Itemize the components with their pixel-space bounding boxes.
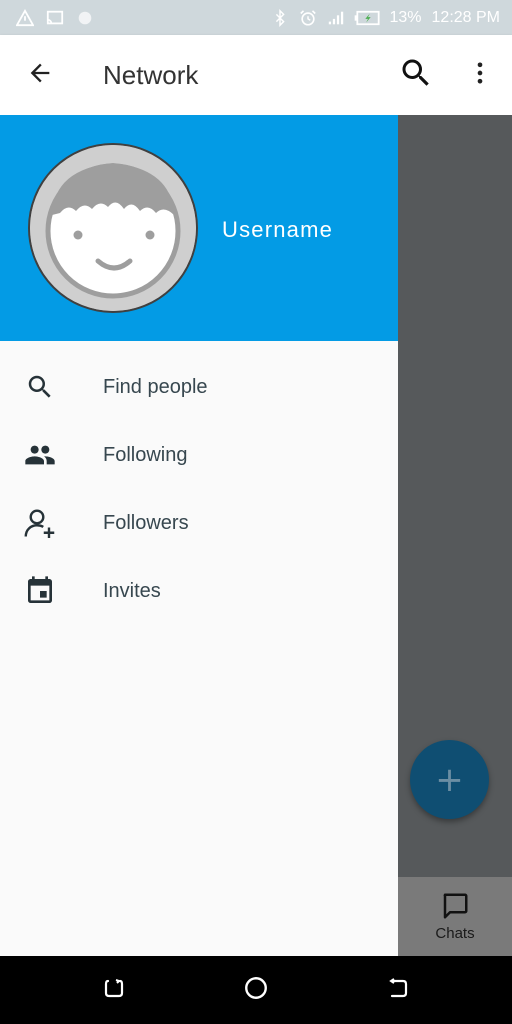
- back-button[interactable]: [22, 57, 58, 93]
- cast-icon: [44, 7, 66, 29]
- back-nav-button[interactable]: [384, 976, 412, 1004]
- tab-chats[interactable]: Chats: [398, 877, 512, 956]
- menu-item-label: Followers: [103, 511, 189, 534]
- circle-icon: [74, 7, 96, 29]
- menu-item-label: Find people: [103, 375, 208, 398]
- menu-item-followers[interactable]: Followers: [0, 489, 398, 557]
- home-circle-icon: [243, 975, 269, 1006]
- battery-percent: 13%: [389, 8, 422, 26]
- calendar-icon: [22, 573, 58, 609]
- plus-icon: +: [435, 759, 464, 800]
- search-icon: [22, 369, 58, 405]
- drawer-header: Username: [0, 115, 398, 341]
- bluetooth-icon: [269, 7, 291, 29]
- avatar[interactable]: [28, 143, 198, 313]
- drawer-menu: Find people Following Followers Invites: [0, 353, 398, 625]
- battery-charging-icon: [353, 7, 383, 29]
- page-title: Network: [103, 60, 199, 90]
- menu-item-label: Invites: [103, 579, 161, 602]
- menu-item-following[interactable]: Following: [0, 421, 398, 489]
- status-left-icons: [14, 7, 96, 29]
- app-bar: Network: [0, 35, 512, 115]
- menu-item-find-people[interactable]: Find people: [0, 353, 398, 421]
- navigation-drawer: Username Find people Following Followers…: [0, 115, 398, 956]
- back-nav-icon: [386, 976, 410, 1005]
- status-right-icons: 13% 12:28 PM: [269, 7, 500, 29]
- avatar-face-icon: [30, 145, 196, 311]
- signal-icon: [325, 7, 347, 29]
- more-vert-icon: [466, 59, 494, 92]
- recent-apps-icon: [102, 976, 126, 1005]
- tab-chats-label: Chats: [435, 925, 475, 942]
- menu-item-invites[interactable]: Invites: [0, 557, 398, 625]
- username-label: Username: [222, 217, 334, 242]
- recent-apps-button[interactable]: [100, 976, 128, 1004]
- status-time: 12:28 PM: [431, 8, 500, 26]
- search-button[interactable]: [396, 55, 436, 95]
- person-add-icon: [22, 505, 58, 541]
- alarm-icon: [297, 7, 319, 29]
- home-button[interactable]: [242, 976, 270, 1004]
- warning-triangle-icon: [14, 7, 36, 29]
- chat-bubble-icon: [438, 891, 472, 921]
- search-icon: [398, 55, 434, 96]
- people-icon: [22, 437, 58, 473]
- add-fab-button[interactable]: +: [410, 740, 489, 819]
- menu-item-label: Following: [103, 443, 188, 466]
- system-nav-bar: [0, 956, 512, 1024]
- more-options-button[interactable]: [466, 55, 494, 95]
- arrow-back-icon: [26, 59, 54, 92]
- status-bar: 13% 12:28 PM: [0, 0, 512, 35]
